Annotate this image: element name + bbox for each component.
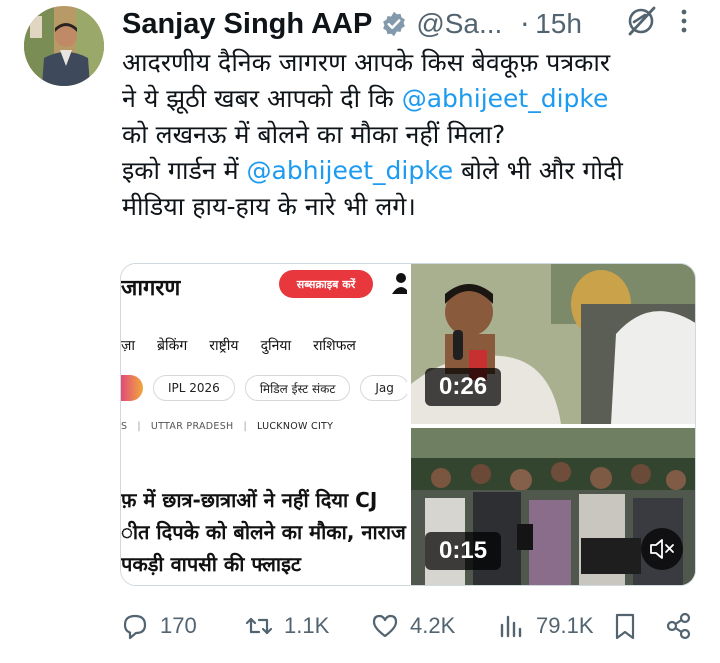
views-icon bbox=[500, 615, 522, 638]
article-nav-item: राशिफल bbox=[313, 338, 356, 354]
author-name[interactable]: Sanjay Singh AAP bbox=[122, 8, 372, 41]
video-thumbnail-1[interactable]: 0:26 bbox=[411, 264, 695, 424]
verified-badge-icon bbox=[383, 11, 406, 37]
tweet-time[interactable]: 15h bbox=[535, 8, 582, 40]
reply-count: 170 bbox=[160, 613, 197, 638]
mention-link[interactable]: @abhijeet_dipke bbox=[402, 84, 609, 113]
article-breadcrumb: S | UTTAR PRADESH | LUCKNOW CITY bbox=[121, 421, 333, 432]
reply-icon bbox=[123, 614, 147, 640]
tweet-text-segment: मीडिया हाय-हाय के नारे भी लगे। bbox=[122, 192, 416, 221]
tweet-text-segment: इको गार्डन में bbox=[122, 156, 247, 185]
repost-button[interactable]: 1.1K bbox=[244, 606, 329, 646]
article-nav-item: राष्ट्रीय bbox=[209, 338, 239, 354]
views-count: 79.1K bbox=[536, 613, 594, 638]
breadcrumb-separator: | bbox=[137, 421, 141, 432]
repost-count: 1.1K bbox=[284, 613, 330, 638]
share-icon bbox=[666, 612, 691, 640]
article-nav-item: ज़ा bbox=[121, 338, 136, 354]
tweet-text-line: को लखनऊ में बोलने का मौका नहीं मिला? bbox=[122, 117, 700, 153]
tweet-text-segment: आदरणीय दैनिक जागरण आपके किस बेवकूफ़ पत्र… bbox=[122, 48, 611, 77]
article-chip: मिडिल ईस्ट संकट bbox=[244, 375, 351, 401]
article-chip: IPL 2026 bbox=[153, 375, 235, 401]
share-button[interactable] bbox=[664, 606, 694, 646]
tweet-text-segment: को लखनऊ में बोलने का मौका नहीं मिला? bbox=[122, 120, 506, 149]
article-nav: ज़ा ब्रेकिंग राष्ट्रीय दुनिया राशिफल bbox=[121, 336, 356, 355]
breadcrumb-item: UTTAR PRADESH bbox=[150, 421, 234, 432]
grok-icon[interactable] bbox=[624, 4, 658, 38]
reply-button[interactable]: 170 bbox=[120, 606, 197, 646]
mute-icon bbox=[650, 539, 674, 559]
newspaper-brand: जागरण bbox=[121, 275, 181, 301]
article-chip: Jag bbox=[360, 375, 407, 401]
article-headline-line: पकड़ी वापसी की फ्लाइट bbox=[121, 552, 301, 576]
mention-link[interactable]: @abhijeet_dipke bbox=[247, 156, 454, 185]
breadcrumb-item: LUCKNOW CITY bbox=[256, 421, 334, 432]
subscribe-button: सब्सक्राइब करें bbox=[279, 270, 373, 298]
article-headline-line: ीत दिपके को बोलने का मौका, नाराज bbox=[121, 520, 406, 544]
tweet-text: आदरणीय दैनिक जागरण आपके किस बेवकूफ़ पत्र… bbox=[122, 45, 700, 225]
breadcrumb-separator: | bbox=[243, 421, 247, 432]
like-count: 4.2K bbox=[410, 613, 456, 638]
tweet-text-line: मीडिया हाय-हाय के नारे भी लगे। bbox=[122, 189, 700, 225]
separator-dot: · bbox=[520, 7, 530, 41]
like-icon bbox=[372, 614, 398, 638]
tweet-text-segment: बोले भी और गोदी bbox=[453, 156, 623, 185]
tweet-text-line: ने ये झूठी खबर आपको दी कि @abhijeet_dipk… bbox=[122, 81, 700, 117]
like-button[interactable]: 4.2K bbox=[370, 606, 455, 646]
avatar[interactable] bbox=[24, 6, 104, 86]
more-options-icon[interactable] bbox=[678, 6, 690, 36]
views-button[interactable]: 79.1K bbox=[496, 606, 594, 646]
article-nav-item: ब्रेकिंग bbox=[157, 338, 188, 354]
video-duration-1: 0:26 bbox=[425, 368, 502, 406]
video-duration-2: 0:15 bbox=[425, 532, 502, 570]
tweet-actions: 170 1.1K 4.2K 79.1K bbox=[120, 606, 700, 646]
bookmark-icon bbox=[615, 613, 635, 640]
author-handle[interactable]: @Sa... bbox=[416, 8, 502, 40]
tweet-text-segment: ने ये झूठी खबर आपको दी कि bbox=[122, 84, 402, 113]
mute-button[interactable] bbox=[641, 528, 683, 570]
tweet-header: Sanjay Singh AAP @Sa... · 15h bbox=[122, 4, 700, 44]
article-chip-partial bbox=[121, 375, 143, 401]
article-headline-line: फ़ में छात्र-छात्राओं ने नहीं दिया CJ bbox=[121, 488, 378, 512]
article-nav-item: दुनिया bbox=[260, 338, 292, 354]
tweet[interactable]: Sanjay Singh AAP @Sa... · 15h आदरणीय दैन… bbox=[0, 0, 720, 663]
tweet-text-line: आदरणीय दैनिक जागरण आपके किस बेवकूफ़ पत्र… bbox=[122, 45, 700, 81]
article-screenshot[interactable]: जागरण सब्सक्राइब करें ज़ा ब्रेकिंग राष्ट्र… bbox=[121, 264, 407, 585]
bookmark-button[interactable] bbox=[610, 606, 640, 646]
repost-icon bbox=[245, 617, 273, 635]
tweet-text-line: इको गार्डन में @abhijeet_dipke बोले भी औ… bbox=[122, 153, 700, 189]
user-icon bbox=[392, 273, 407, 294]
breadcrumb-item: S bbox=[121, 421, 128, 432]
article-chips: IPL 2026 मिडिल ईस्ट संकट Jag bbox=[121, 375, 407, 405]
article-headline: फ़ में छात्र-छात्राओं ने नहीं दिया CJीत … bbox=[121, 484, 407, 580]
media-grid[interactable]: जागरण सब्सक्राइब करें ज़ा ब्रेकिंग राष्ट्र… bbox=[120, 263, 696, 586]
video-thumbnail-2[interactable]: 0:15 bbox=[411, 428, 695, 585]
